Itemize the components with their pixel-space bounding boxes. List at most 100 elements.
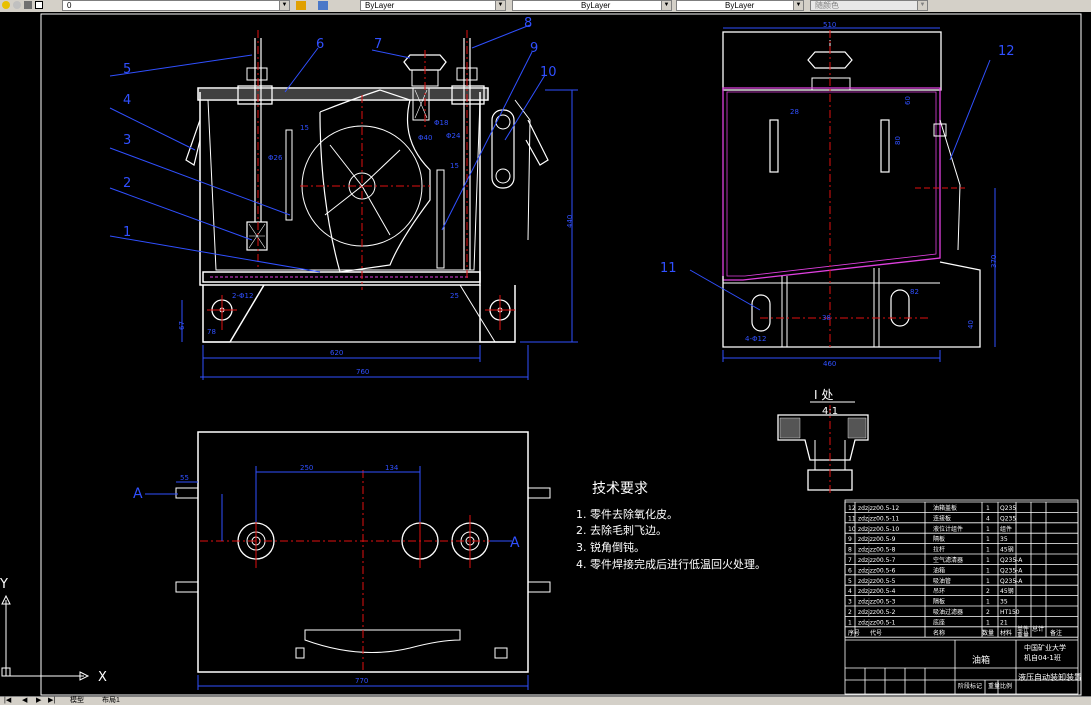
plotstyle-dropdown[interactable]: 随颜色 ▼ xyxy=(810,0,928,11)
table-cell-qty: 1 xyxy=(986,567,990,574)
table-cell-code: zdzjzz00.5-3 xyxy=(858,599,896,606)
table-cell-name: 油箱 xyxy=(933,566,945,574)
tech-item-4: 4. 零件焊接完成后进行低温回火处理。 xyxy=(576,557,766,571)
table-cell-mat: 35 xyxy=(1000,536,1008,543)
section-a-right: A xyxy=(510,535,520,551)
layer-value: 0 xyxy=(67,1,72,10)
dim-440: 440 xyxy=(566,215,574,228)
dim-phi24: Φ24 xyxy=(446,132,461,140)
dim-phi18: Φ18 xyxy=(434,119,448,127)
table-cell-mat: HT150 xyxy=(1000,609,1020,616)
part-label-5: 5 xyxy=(123,62,131,77)
dim-770: 770 xyxy=(355,677,368,685)
layer-color-swatch-icon[interactable] xyxy=(35,1,43,9)
school-name: 中国矿业大学 xyxy=(1024,643,1066,652)
dim-60: 60 xyxy=(904,96,912,105)
table-cell-qty: 1 xyxy=(986,619,990,626)
table-cell-no: 6 xyxy=(848,567,852,574)
table-cell-code: zdzjzz00.5-1 xyxy=(858,619,896,626)
dim-78: 78 xyxy=(207,328,216,336)
tech-item-2: 2. 去除毛刺飞边。 xyxy=(576,523,667,537)
layer-state-icon[interactable] xyxy=(2,1,10,9)
dim-40: 40 xyxy=(967,320,975,329)
table-cell-name: 油箱盖板 xyxy=(933,504,957,512)
table-header-weight: 重量 xyxy=(1017,631,1029,639)
table-cell-name: 连接板 xyxy=(933,514,951,522)
tech-item-1: 1. 零件去除氧化皮。 xyxy=(576,507,678,521)
table-cell-no: 4 xyxy=(848,588,852,595)
table-cell-mat: 21 xyxy=(1000,619,1008,626)
table-cell-code: zdzjzz00.5-2 xyxy=(858,609,896,616)
detail-I-label: I 处 xyxy=(814,388,833,402)
table-header-mat: 材料 xyxy=(1000,629,1012,637)
table-cell-qty: 1 xyxy=(986,526,990,533)
dim-250: 250 xyxy=(300,464,313,472)
dim-4-phi12: 4-Φ12 xyxy=(745,335,766,343)
make-current-layer-icon[interactable] xyxy=(296,1,306,10)
table-header-qty: 数量 xyxy=(982,629,994,637)
section-a-left: A xyxy=(133,486,143,502)
detail-scale: 4:1 xyxy=(822,406,838,417)
table-cell-no: 10 xyxy=(848,526,856,533)
table-cell-name: 隔板 xyxy=(933,598,945,606)
dim-67: 67 xyxy=(178,321,186,330)
lineweight-dropdown[interactable]: ByLayer ▼ xyxy=(676,0,804,11)
table-cell-name: 隔板 xyxy=(933,535,945,543)
freeze-icon[interactable] xyxy=(13,1,21,9)
table-cell-no: 8 xyxy=(848,547,852,554)
dim-370: 370 xyxy=(990,255,998,268)
table-cell-name: 底座 xyxy=(933,618,945,626)
dim-460: 460 xyxy=(823,360,836,368)
table-header-total: 总计 xyxy=(1032,625,1044,633)
part-label-6: 6 xyxy=(316,37,324,52)
drawing-title: 液压自动装卸装置 xyxy=(1018,672,1082,682)
table-header-remark: 备注 xyxy=(1050,629,1062,637)
linetype-dropdown[interactable]: ByLayer ▼ xyxy=(512,0,672,11)
color-dropdown[interactable]: ByLayer ▼ xyxy=(360,0,506,11)
table-cell-qty: 4 xyxy=(986,515,990,522)
part-label-4: 4 xyxy=(123,93,131,108)
table-cell-name: 吸油过滤器 xyxy=(933,608,963,616)
tech-title: 技术要求 xyxy=(592,481,648,497)
drawing-canvas[interactable]: 1 2 3 4 5 6 7 8 9 10 620 760 440 Φ26 Φ18… xyxy=(0,12,1091,696)
table-cell-name: 吸油管 xyxy=(933,577,951,585)
dim-phi40: Φ40 xyxy=(418,134,432,142)
table-cell-mat: Q235-A xyxy=(1000,567,1023,574)
dim-320: 38 xyxy=(822,314,831,322)
table-cell-no: 5 xyxy=(848,578,852,585)
table-cell-code: zdzjzz00.5-5 xyxy=(858,578,896,585)
table-cell-name: 空气滤清器 xyxy=(933,556,963,564)
table-cell-name: 液位计组件 xyxy=(933,525,963,533)
color-value: ByLayer xyxy=(365,1,395,10)
table-cell-no: 7 xyxy=(848,557,852,564)
layer-dropdown[interactable]: 0 ▼ xyxy=(62,0,290,11)
dim-55: 55 xyxy=(180,474,189,482)
table-cell-qty: 1 xyxy=(986,557,990,564)
part-label-10: 10 xyxy=(540,65,557,80)
part-label-9: 9 xyxy=(530,41,538,56)
table-cell-qty: 1 xyxy=(986,505,990,512)
table-cell-mat: 组件 xyxy=(1000,525,1012,533)
table-cell-mat: Q235 xyxy=(1000,505,1016,512)
table-cell-qty: 1 xyxy=(986,536,990,543)
table-cell-code: zdzjzz00.5-8 xyxy=(858,547,896,554)
table-cell-code: zdzjzz00.5-4 xyxy=(858,588,896,595)
table-cell-code: zdzjzz00.5-9 xyxy=(858,536,896,543)
part-label-1: 1 xyxy=(123,225,131,240)
dim-28: 28 xyxy=(790,108,799,116)
layer-previous-icon[interactable] xyxy=(318,1,328,10)
part-label-12: 12 xyxy=(998,44,1015,59)
part-label-3: 3 xyxy=(123,133,131,148)
table-cell-no: 12 xyxy=(848,505,856,512)
table-cell-mat: 45钢 xyxy=(1000,587,1014,595)
lock-icon[interactable] xyxy=(24,1,32,9)
dim-15b: 15 xyxy=(450,162,459,170)
ucs-x-label: X xyxy=(98,670,107,685)
chevron-down-icon: ▼ xyxy=(661,1,671,10)
table-cell-no: 3 xyxy=(848,599,852,606)
tech-item-3: 3. 锐角倒钝。 xyxy=(576,540,645,554)
dim-510: 510 xyxy=(823,21,836,29)
part-label-2: 2 xyxy=(123,176,131,191)
table-cell-no: 11 xyxy=(848,515,856,522)
plotstyle-value: 随颜色 xyxy=(815,1,839,10)
